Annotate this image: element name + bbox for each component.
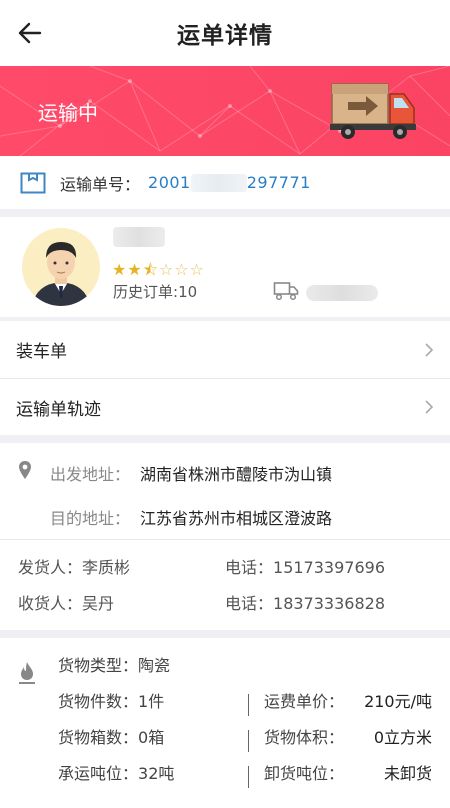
waybill-label: 运输单号： xyxy=(60,174,141,194)
divider xyxy=(248,766,249,788)
avatar xyxy=(22,228,100,306)
receiver-phone[interactable]: 电话：18373336828 xyxy=(225,590,385,614)
star-filled-icon: ★★ xyxy=(112,260,143,279)
page-title: 运单详情 xyxy=(177,23,273,49)
truck-outline-icon xyxy=(273,282,299,301)
star-empty-icon: ☆☆☆ xyxy=(158,260,205,279)
menu-item-label: 运输单轨迹 xyxy=(16,399,101,420)
truck-icon xyxy=(330,83,416,139)
divider xyxy=(248,694,249,716)
chevron-right-icon xyxy=(425,342,434,357)
destination-label: 目的地址： xyxy=(50,509,131,528)
app-header: 运单详情 xyxy=(0,0,450,66)
menu-item-label: 装车单 xyxy=(16,342,67,362)
history-orders: 历史订单:10 xyxy=(113,283,198,301)
sender-phone[interactable]: 电话：15173397696 xyxy=(225,554,385,578)
receiver-row: 收货人：吴丹 电话：18373336828 xyxy=(0,584,450,620)
goods-pieces-row: 货物件数：1件 运费单价： 210元/吨 xyxy=(0,688,450,724)
contacts-section: 发货人：李质彬 电话：15173397696 收货人：吴丹 电话：1837333… xyxy=(0,539,450,630)
loading-list-item[interactable]: 装车单 xyxy=(0,321,450,378)
destination-address-row: 目的地址： 江苏省苏州市相城区澄波路 xyxy=(0,495,450,539)
driver-name-redacted xyxy=(113,227,165,247)
goods-type-row: 货物类型：陶瓷 xyxy=(58,656,171,675)
sender-info: 发货人：李质彬 xyxy=(18,558,131,577)
waybill-number-row: 运输单号： 2001 297771 xyxy=(0,156,450,209)
driver-avatar-icon xyxy=(22,228,100,306)
package-icon xyxy=(20,172,46,193)
destination-value: 江苏省苏州市相城区澄波路 xyxy=(140,509,333,528)
redacted-mask xyxy=(190,174,247,193)
goods-boxes-row: 货物箱数：0箱 货物体积： 0立方米 xyxy=(0,724,450,760)
waybill-track-item[interactable]: 运输单轨迹 xyxy=(0,378,450,435)
menu-list: 装车单 运输单轨迹 xyxy=(0,321,450,435)
driver-card[interactable]: ★★⯪☆☆☆ 历史订单:10 xyxy=(0,217,450,317)
back-button[interactable] xyxy=(14,18,46,48)
sender-row: 发货人：李质彬 电话：15173397696 xyxy=(0,548,450,584)
location-pin-icon xyxy=(19,461,31,479)
goods-tonnage-row: 承运吨位：32吨 卸货吨位： 未卸货 xyxy=(0,760,450,796)
arrow-left-icon xyxy=(18,22,42,44)
chevron-right-icon xyxy=(425,400,434,414)
goods-section: 货物类型：陶瓷 货物件数：1件 运费单价： 210元/吨 货物箱数：0箱 货物体… xyxy=(0,638,450,808)
origin-value: 湖南省株洲市醴陵市沩山镇 xyxy=(140,465,333,484)
waybill-number: 2001 297771 xyxy=(148,172,311,193)
transport-status: 运输中 xyxy=(38,101,98,125)
receiver-info: 收货人：吴丹 xyxy=(18,594,115,613)
plate-number-redacted xyxy=(306,285,378,301)
divider xyxy=(248,730,249,752)
origin-label: 出发地址： xyxy=(50,465,131,484)
origin-address-row: 出发地址： 湖南省株洲市醴陵市沩山镇 xyxy=(0,451,450,495)
address-section: 出发地址： 湖南省株洲市醴陵市沩山镇 目的地址： 江苏省苏州市相城区澄波路 xyxy=(0,443,450,539)
status-banner: 运输中 xyxy=(0,66,450,156)
star-half-icon: ⯪ xyxy=(142,260,159,279)
